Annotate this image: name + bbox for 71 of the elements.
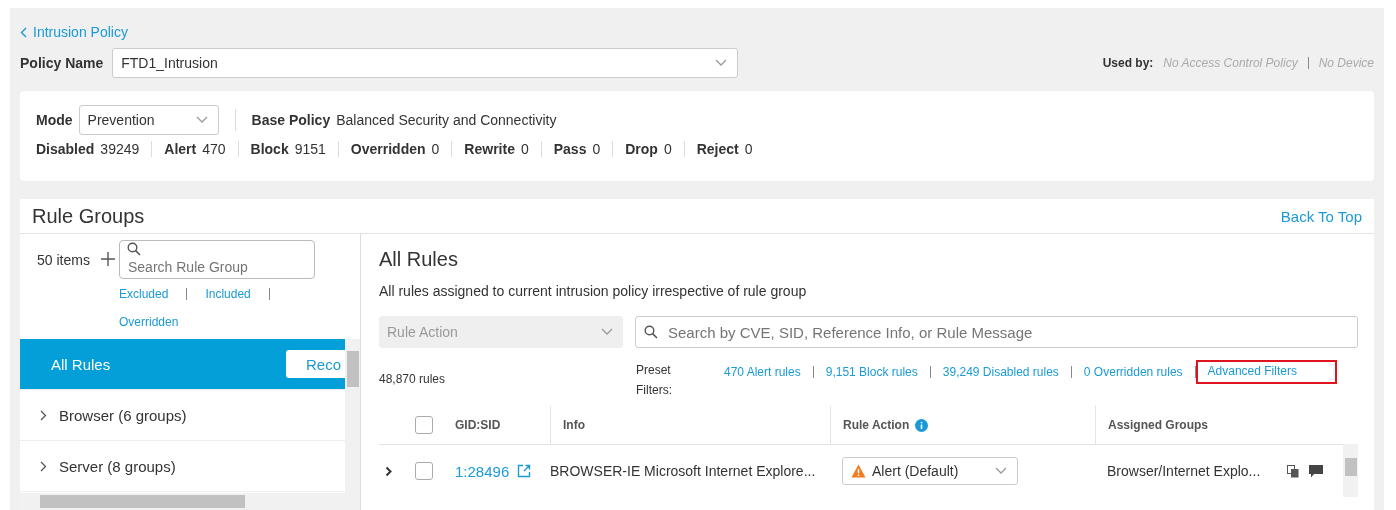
highlighted-filter-link[interactable]: Advanced Filters — [1195, 360, 1337, 384]
used-by-value: No Device — [1318, 56, 1374, 70]
rule-group-item[interactable]: All Rules Reco — [20, 339, 345, 390]
count-value: 470 — [202, 141, 226, 157]
count-label: Overridden — [350, 141, 426, 157]
back-link[interactable]: Intrusion Policy — [20, 24, 128, 40]
copy-icon[interactable] — [1287, 464, 1299, 478]
external-link-icon[interactable] — [517, 464, 532, 478]
policy-name-label: Policy Name — [20, 55, 104, 71]
back-to-top-link[interactable]: Back To Top — [1280, 207, 1362, 225]
chevron-down-icon — [195, 116, 208, 124]
count-value: 0 — [592, 141, 601, 157]
mode-dropdown[interactable]: Prevention — [78, 105, 219, 135]
filter-link[interactable]: Excluded — [119, 287, 169, 301]
count-label: Rewrite — [464, 141, 515, 157]
filter-link[interactable]: Overridden — [119, 315, 179, 329]
count-label: Pass — [553, 141, 587, 157]
chevron-down-icon — [715, 59, 728, 67]
count-value: 0 — [744, 141, 753, 157]
base-policy-label: Base Policy — [251, 112, 331, 128]
count-label: Drop — [625, 141, 658, 157]
column-header[interactable]: Info — [550, 406, 830, 444]
count-value: 0 — [663, 141, 672, 157]
filter-link[interactable]: Included — [205, 287, 251, 301]
rule-info: BROWSER-IE Microsoft Internet Explore... — [550, 463, 817, 479]
column-header[interactable]: Assigned Groups — [1095, 406, 1343, 444]
section-title: All Rules — [379, 248, 459, 271]
checkbox[interactable] — [415, 462, 433, 480]
column-header[interactable]: Rule Action — [843, 418, 910, 432]
search-field[interactable]: Search by CVE, SID, Reference Info, or Rule Message — [635, 316, 1358, 348]
mode-label: Mode — [36, 112, 73, 128]
item-count: 50 items — [37, 252, 91, 270]
rule-count: 48,870 rules — [379, 371, 447, 388]
count-label: Disabled — [36, 141, 95, 157]
count-value: 0 — [520, 141, 529, 157]
filter-link[interactable]: 0 Overridden rules — [1083, 365, 1183, 379]
policy-name-dropdown[interactable]: FTD1_Intrusion — [112, 48, 739, 78]
expand-icon[interactable] — [40, 460, 47, 472]
filter-link[interactable]: 470 Alert rules — [724, 365, 801, 379]
rule-action-dropdown[interactable]: Rule Action — [379, 316, 623, 348]
base-policy-value: Balanced Security and Connectivity — [336, 112, 557, 128]
checkbox[interactable] — [415, 416, 433, 434]
search-field[interactable]: Search Rule Group — [119, 240, 315, 279]
count-label: Alert — [164, 141, 197, 157]
preset-filters-label: Preset Filters: — [636, 362, 673, 399]
used-by-value: No Access Control Policy — [1163, 56, 1298, 70]
recommendations-button[interactable]: Reco — [285, 350, 345, 378]
filter-link[interactable]: 39,249 Disabled rules — [942, 365, 1059, 379]
sid-link[interactable]: 1:28496 — [455, 462, 510, 480]
filter-link[interactable]: 9,151 Block rules — [825, 365, 918, 379]
info-icon[interactable] — [915, 418, 929, 432]
used-by-label: Used by: — [1102, 56, 1154, 70]
count-label: Block — [250, 141, 289, 157]
scrollbar[interactable] — [20, 493, 360, 510]
scrollbar[interactable] — [1343, 444, 1358, 497]
count-label: Reject — [696, 141, 739, 157]
chevron-down-icon — [995, 467, 1007, 475]
count-value: 39249 — [100, 141, 140, 157]
count-value: 0 — [431, 141, 440, 157]
section-description: All rules assigned to current intrusion policy irrespective of rule group — [379, 283, 808, 299]
expand-icon[interactable] — [40, 409, 47, 421]
panel-title: Rule Groups — [32, 204, 145, 228]
column-header[interactable]: GID:SID — [455, 406, 550, 444]
scrollbar[interactable] — [345, 339, 360, 493]
rule-action-dropdown[interactable]: Alert (Default) — [842, 457, 1018, 485]
comment-icon[interactable] — [1309, 464, 1323, 478]
chevron-left-icon — [20, 26, 27, 38]
count-value: 9151 — [294, 141, 326, 157]
expand-icon[interactable] — [385, 465, 393, 477]
chevron-down-icon — [601, 328, 613, 336]
assigned-groups: Browser/Internet Explo... — [1095, 463, 1261, 479]
